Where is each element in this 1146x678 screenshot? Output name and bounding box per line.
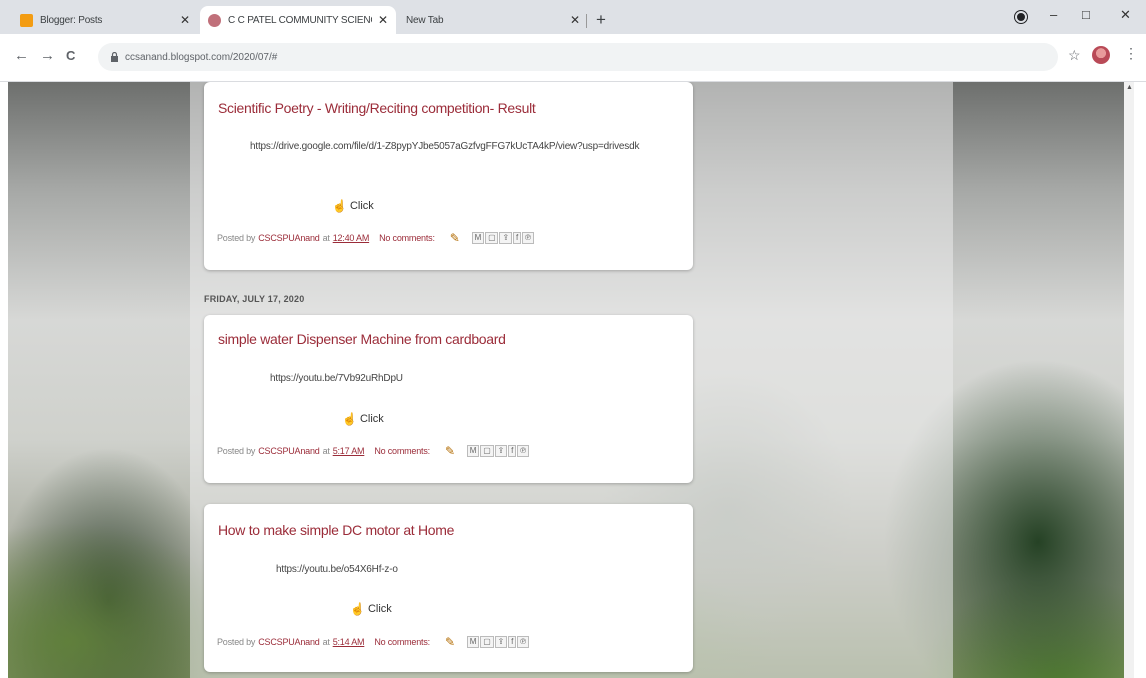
post-footer: Posted by CSCSPUAnand at 12:40 AM No com…: [217, 231, 534, 245]
comments-link[interactable]: No comments:: [374, 637, 430, 647]
page-scrollbar[interactable]: ▲: [1124, 82, 1134, 678]
url-text: ccsanand.blogspot.com/2020/07/#: [125, 51, 278, 63]
author-link[interactable]: CSCSPUAnand: [258, 446, 320, 456]
click-label: Click: [367, 603, 392, 615]
back-button[interactable]: ←: [14, 47, 29, 64]
profile-icon[interactable]: [1015, 11, 1027, 23]
click-link[interactable]: ☝ Click: [332, 199, 374, 213]
blog-main-column: Scientific Poetry - Writing/Reciting com…: [190, 82, 953, 678]
post-footer: Posted by CSCSPUAnand at 5:17 AM No comm…: [217, 444, 529, 458]
pinterest-share-icon[interactable]: ℗: [517, 445, 529, 457]
click-link[interactable]: ☝ Click: [350, 602, 392, 616]
post-link[interactable]: https://youtu.be/o54X6Hf-z-o: [276, 562, 398, 577]
twitter-share-icon[interactable]: ⇪: [499, 232, 512, 244]
blogger-favicon-icon: [20, 13, 33, 27]
page-viewport: Scientific Poetry - Writing/Reciting com…: [8, 82, 1134, 678]
comments-link[interactable]: No comments:: [379, 233, 435, 243]
comments-link[interactable]: No comments:: [374, 446, 430, 456]
click-label: Click: [349, 200, 374, 212]
click-label: Click: [359, 413, 384, 425]
post-link[interactable]: https://youtu.be/7Vb92uRhDpU: [270, 371, 403, 386]
blog-post: How to make simple DC motor at Home http…: [204, 504, 693, 672]
menu-icon[interactable]: ⋮: [1124, 45, 1138, 62]
at-label: at: [322, 446, 330, 456]
pinterest-share-icon[interactable]: ℗: [517, 636, 529, 648]
tab-blogger-posts[interactable]: Blogger: Posts ✕: [12, 6, 198, 34]
close-tab-icon[interactable]: ✕: [378, 13, 388, 27]
at-label: at: [322, 233, 330, 243]
share-buttons: M ▢ ⇪ f ℗: [471, 232, 534, 244]
pinterest-share-icon[interactable]: ℗: [521, 232, 534, 244]
click-link[interactable]: ☝ Click: [342, 412, 384, 426]
pointing-hand-icon: ☝: [350, 602, 365, 616]
posted-by-label: Posted by: [217, 446, 256, 456]
share-buttons: M ▢ ⇪ f ℗: [466, 636, 529, 648]
tab-title: New Tab: [406, 14, 444, 26]
posted-by-label: Posted by: [217, 637, 256, 647]
tab-separator: [586, 14, 587, 28]
tab-ccpatel-community-science[interactable]: C C PATEL COMMUNITY SCIENC ✕: [200, 6, 396, 34]
blogthis-share-icon[interactable]: ▢: [480, 445, 494, 457]
bookmark-star-icon[interactable]: ☆: [1068, 47, 1081, 64]
tab-strip: Blogger: Posts ✕ C C PATEL COMMUNITY SCI…: [0, 0, 1146, 34]
pointing-hand-icon: ☝: [332, 199, 347, 213]
timestamp-link[interactable]: 5:17 AM: [333, 446, 365, 456]
posted-by-label: Posted by: [217, 233, 256, 243]
blog-post: Scientific Poetry - Writing/Reciting com…: [204, 82, 693, 270]
twitter-share-icon[interactable]: ⇪: [494, 636, 508, 648]
email-share-icon[interactable]: M: [466, 445, 480, 457]
minimize-button[interactable]: –: [1050, 7, 1057, 22]
edit-pencil-icon[interactable]: ✎: [445, 444, 455, 458]
share-buttons: M ▢ ⇪ f ℗: [466, 445, 529, 457]
facebook-share-icon[interactable]: f: [508, 445, 517, 457]
blogthis-share-icon[interactable]: ▢: [480, 636, 494, 648]
post-title[interactable]: How to make simple DC motor at Home: [218, 522, 454, 538]
edit-pencil-icon[interactable]: ✎: [445, 635, 455, 649]
email-share-icon[interactable]: M: [471, 232, 485, 244]
author-link[interactable]: CSCSPUAnand: [258, 233, 320, 243]
date-header: FRIDAY, JULY 17, 2020: [204, 294, 305, 304]
new-tab-button[interactable]: +: [596, 10, 606, 30]
forward-button[interactable]: →: [40, 47, 55, 64]
blogthis-share-icon[interactable]: ▢: [485, 232, 499, 244]
facebook-share-icon[interactable]: f: [512, 232, 521, 244]
browser-toolbar: ← → C ccsanand.blogspot.com/2020/07/# ☆ …: [0, 34, 1146, 82]
address-bar[interactable]: ccsanand.blogspot.com/2020/07/#: [98, 43, 1058, 71]
edit-pencil-icon[interactable]: ✎: [450, 231, 460, 245]
close-tab-icon[interactable]: ✕: [180, 13, 190, 27]
email-share-icon[interactable]: M: [466, 636, 480, 648]
post-title[interactable]: simple water Dispenser Machine from card…: [218, 331, 506, 347]
facebook-share-icon[interactable]: f: [508, 636, 517, 648]
close-window-button[interactable]: ✕: [1120, 7, 1131, 23]
timestamp-link[interactable]: 5:14 AM: [333, 637, 365, 647]
post-link[interactable]: https://drive.google.com/file/d/1-Z8pypY…: [250, 139, 670, 154]
pointing-hand-icon: ☝: [342, 412, 357, 426]
scroll-up-icon[interactable]: ▲: [1126, 84, 1133, 91]
tab-new-tab[interactable]: New Tab ✕: [398, 6, 588, 34]
tab-title: C C PATEL COMMUNITY SCIENC: [228, 14, 372, 26]
blog-favicon-icon: [208, 13, 221, 27]
maximize-button[interactable]: □: [1082, 7, 1090, 22]
close-tab-icon[interactable]: ✕: [570, 13, 580, 27]
avatar[interactable]: [1092, 46, 1110, 64]
timestamp-link[interactable]: 12:40 AM: [333, 233, 370, 243]
blog-post: simple water Dispenser Machine from card…: [204, 315, 693, 483]
reload-button[interactable]: C: [66, 48, 75, 63]
tab-title: Blogger: Posts: [40, 14, 103, 26]
at-label: at: [322, 637, 330, 647]
post-title[interactable]: Scientific Poetry - Writing/Reciting com…: [218, 100, 536, 116]
twitter-share-icon[interactable]: ⇪: [494, 445, 508, 457]
post-footer: Posted by CSCSPUAnand at 5:14 AM No comm…: [217, 635, 529, 649]
author-link[interactable]: CSCSPUAnand: [258, 637, 320, 647]
lock-icon: [111, 52, 118, 62]
